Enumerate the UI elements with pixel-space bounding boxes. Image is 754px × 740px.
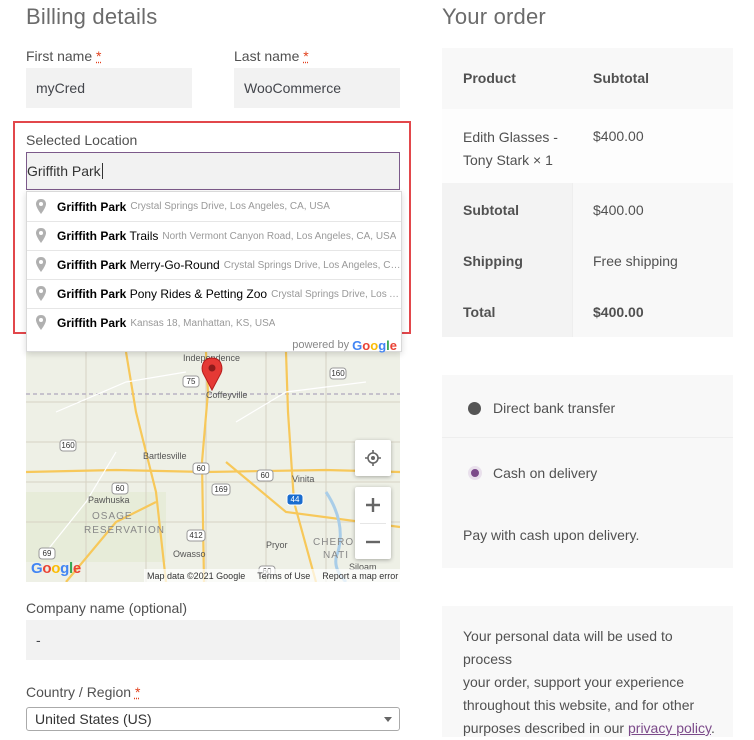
road-shield: 160	[61, 441, 75, 450]
total-label: Total	[463, 304, 496, 320]
map-place-label: OSAGE	[92, 511, 133, 522]
chevron-down-icon	[384, 717, 392, 722]
last-name-field[interactable]: WooCommerce	[234, 68, 400, 108]
my-location-button[interactable]	[355, 440, 391, 476]
suggestion-item[interactable]: Griffith Park Merry-Go-Round Crystal Spri…	[27, 250, 401, 279]
map-pin-icon	[36, 286, 46, 301]
privacy-text: Your personal data will be used to proce…	[463, 628, 715, 736]
zoom-out-button[interactable]	[355, 524, 391, 559]
map-pin-icon	[36, 198, 46, 214]
payment-divider	[442, 437, 733, 438]
minus-icon	[366, 540, 380, 543]
suggestion-secondary-text: Crystal Springs Drive, Los An...	[271, 288, 401, 300]
crosshair-icon	[365, 450, 381, 466]
map-pin-icon	[36, 228, 46, 243]
order-item-price: $400.00	[593, 128, 644, 144]
road-shield: 169	[214, 485, 228, 494]
suggestion-main-text: Griffith Park Pony Rides & Petting Zoo	[57, 287, 268, 301]
suggestion-item[interactable]: Griffith Park Crystal Springs Drive, Los …	[27, 192, 401, 221]
map-place-label: Bartlesville	[143, 451, 187, 461]
suggestion-main-text: Griffith Park	[57, 199, 127, 214]
map-place-label: RESERVATION	[84, 525, 165, 536]
suggestion-item[interactable]: Griffith Park Pony Rides & Petting Zoo Cr…	[27, 279, 401, 308]
order-summary-table: Product Subtotal Edith Glasses - Tony St…	[442, 48, 733, 337]
map-report-link[interactable]: Report a map error	[322, 571, 398, 581]
map-place-label: Pawhuska	[88, 495, 130, 505]
column-divider	[572, 183, 573, 337]
powered-by-google: powered by Google	[292, 337, 397, 353]
billing-title: Billing details	[26, 4, 158, 29]
payment-methods: Direct bank transfer Cash on delivery Pa…	[442, 375, 733, 568]
subtotal-column-header: Subtotal	[593, 70, 649, 86]
product-column-header: Product	[463, 70, 516, 86]
company-field[interactable]: -	[26, 620, 400, 660]
map-terms-link[interactable]: Terms of Use	[257, 571, 310, 581]
suggestion-secondary-text: North Vermont Canyon Road, Los Angeles, …	[162, 230, 397, 242]
suggestion-secondary-text: Crystal Springs Drive, Los Angeles, CA, …	[223, 259, 401, 271]
map-place-label: Vinita	[292, 474, 314, 484]
suggestion-list: Griffith Park Crystal Springs Drive, Los …	[27, 192, 401, 337]
zoom-controls	[355, 487, 391, 559]
radio-unselected-icon[interactable]	[468, 401, 481, 415]
suggestion-main-text: Griffith Park	[57, 316, 127, 330]
radio-selected-icon[interactable]	[468, 466, 482, 480]
country-select[interactable]: United States (US)	[26, 707, 400, 731]
order-item-name: Edith Glasses - Tony Stark × 1	[463, 129, 558, 168]
suggestion-item[interactable]: Griffith Park Trails North Vermont Canyon…	[27, 221, 401, 250]
suggestion-main-text: Griffith Park Merry-Go-Round	[57, 258, 220, 272]
map-canvas: Independence Coffeyville Bartlesville Pa…	[26, 352, 400, 582]
road-shield: 69	[43, 549, 52, 558]
map-google-logo: Google	[31, 560, 81, 577]
suggestion-secondary-text: Kansas 18, Manhattan, KS, USA	[130, 317, 276, 329]
suggestion-secondary-text: Crystal Springs Drive, Los Angeles, CA, …	[130, 201, 330, 212]
map-place-label: Owasso	[173, 549, 206, 559]
map-place-label: CHERO	[313, 537, 354, 548]
privacy-box: Your personal data will be used to proce…	[442, 606, 733, 737]
road-shield: 60	[197, 464, 206, 473]
map-pin-icon	[36, 315, 46, 330]
suggestion-main-text: Griffith Park Trails	[57, 229, 159, 243]
road-shield: 60	[116, 484, 125, 493]
map-data-credit: Map data ©2021 Google	[147, 570, 246, 581]
subtotal-label: Subtotal	[463, 202, 519, 218]
zoom-in-button[interactable]	[355, 487, 391, 523]
first-name-field[interactable]: myCred	[26, 68, 192, 108]
plus-icon	[366, 498, 380, 512]
map-place-label: Pryor	[266, 540, 288, 550]
first-name-label: First name *	[26, 48, 102, 64]
order-title: Your order	[442, 4, 546, 29]
location-search-input[interactable]: Griffith Park	[26, 152, 400, 190]
shipping-value: Free shipping	[593, 253, 678, 269]
map-place-label: NATI	[323, 550, 349, 561]
last-name-label: Last name *	[234, 48, 309, 64]
shipping-label: Shipping	[463, 253, 523, 269]
total-value: $400.00	[593, 304, 644, 320]
payment-option-bank[interactable]: Direct bank transfer	[468, 400, 615, 416]
google-logo: Google	[352, 337, 397, 353]
map-place-label: Coffeyville	[206, 390, 247, 400]
selected-location-label: Selected Location	[26, 132, 138, 148]
privacy-policy-link[interactable]: privacy policy	[628, 720, 711, 736]
map-pin-icon	[36, 257, 46, 272]
suggestion-item[interactable]: Griffith Park Kansas 18, Manhattan, KS, U…	[27, 308, 401, 337]
road-shield: 75	[187, 377, 196, 386]
country-label: Country / Region *	[26, 684, 141, 700]
road-shield: 160	[331, 369, 345, 378]
autocomplete-dropdown: Griffith Park Crystal Springs Drive, Los …	[26, 191, 402, 353]
road-shield: 44	[291, 495, 300, 504]
map-view[interactable]: Independence Coffeyville Bartlesville Pa…	[26, 352, 400, 582]
subtotal-value: $400.00	[593, 202, 644, 218]
payment-option-cod[interactable]: Cash on delivery	[468, 465, 597, 481]
map-footer: Map data ©2021 Google Terms of Use Repor…	[144, 569, 400, 582]
payment-description: Pay with cash upon delivery.	[463, 527, 640, 543]
road-shield: 412	[189, 531, 203, 540]
road-shield: 60	[261, 471, 270, 480]
company-label: Company name (optional)	[26, 600, 188, 616]
